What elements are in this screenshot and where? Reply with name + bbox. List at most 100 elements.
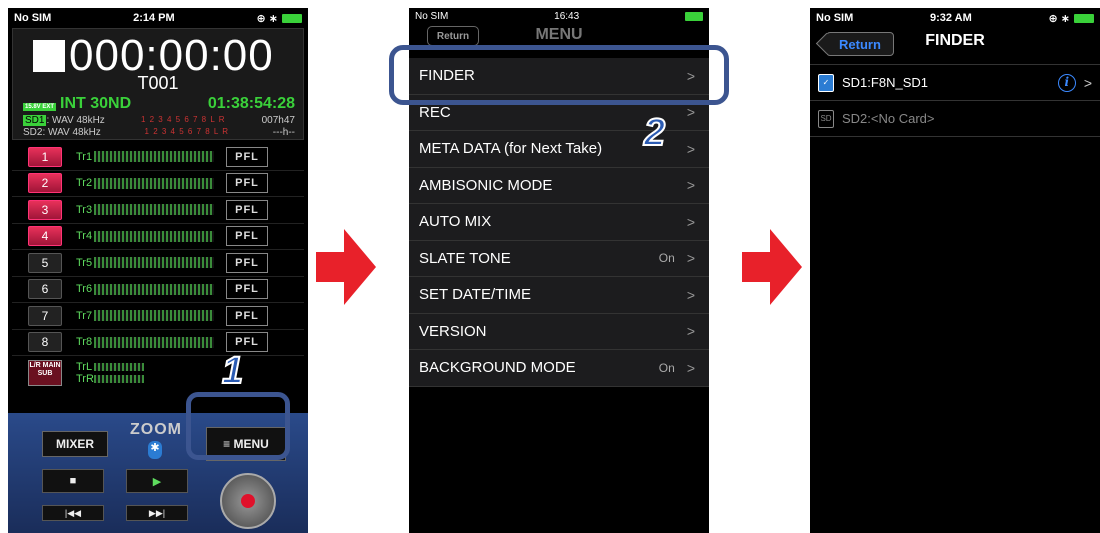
track-4-button[interactable]: 4 bbox=[28, 226, 62, 247]
track-row-lr: L/R MAIN SUB TrL TrR bbox=[12, 356, 304, 390]
track-2-button[interactable]: 2 bbox=[28, 173, 62, 194]
sd1-row: SD1: WAV 48kHz 1 2 3 4 5 6 7 8 L R 007h4… bbox=[23, 115, 295, 126]
menu-item-set-date-time[interactable]: SET DATE/TIME > bbox=[409, 277, 709, 314]
track-row: 7 Tr7 PFL bbox=[12, 303, 304, 330]
pfl-button[interactable]: PFL bbox=[226, 226, 268, 247]
stop-status-icon bbox=[33, 40, 65, 72]
track-1-button[interactable]: 1 bbox=[28, 146, 62, 167]
menu-list: FINDER > REC > META DATA (for Next Take) > … bbox=[409, 58, 709, 387]
carrier-label: No SIM bbox=[816, 12, 854, 24]
track-row: 6 Tr6 PFL bbox=[12, 277, 304, 303]
battery-icon bbox=[1074, 13, 1094, 23]
track-5-button[interactable]: 5 bbox=[28, 252, 62, 273]
clock-label: 16:43 bbox=[554, 10, 580, 22]
menu-item-slate-tone[interactable]: SLATE TONE On > bbox=[409, 240, 709, 277]
arrow-stem bbox=[742, 252, 770, 282]
track-7-button[interactable]: 7 bbox=[28, 305, 62, 326]
clock-label: 9:32 AM bbox=[930, 12, 972, 24]
take-name: T001 bbox=[137, 73, 179, 93]
level-meter bbox=[94, 257, 214, 269]
highlight-menu bbox=[186, 392, 290, 460]
carrier-label: No SIM bbox=[14, 12, 52, 24]
pfl-button[interactable]: PFL bbox=[226, 252, 268, 273]
right-arrow-icon bbox=[770, 229, 802, 305]
page-title: FINDER bbox=[925, 32, 985, 49]
track-row: 1 Tr1 PFL bbox=[12, 144, 304, 171]
card-row-sd1[interactable]: ✓ SD1:F8N_SD1 i > bbox=[810, 65, 1100, 101]
forward-button[interactable]: ▶▶| bbox=[126, 505, 188, 521]
menu-item-version[interactable]: VERSION > bbox=[409, 313, 709, 350]
status-bar: No SIM 9:32 AM ⊕ ∗ bbox=[810, 8, 1100, 28]
chevron-right-icon: > bbox=[686, 250, 695, 267]
level-meter bbox=[94, 230, 214, 242]
track-row: 8 Tr8 PFL bbox=[12, 330, 304, 356]
record-button[interactable] bbox=[220, 473, 276, 529]
track-row: 4 Tr4 PFL bbox=[12, 224, 304, 250]
chevron-right-icon: > bbox=[686, 140, 695, 157]
bluetooth-icon: ✱ bbox=[148, 441, 162, 459]
recorder-display: 000:00:00 T001 15.8V EXT INT 30ND 01:38:5… bbox=[12, 28, 304, 140]
status-bar: No SIM 16:43 bbox=[409, 8, 709, 24]
nav-bar: Return FINDER bbox=[810, 28, 1100, 64]
remaining-time: 01:38:54:28 bbox=[207, 95, 295, 112]
menu-item-ambisonic-mode[interactable]: AMBISONIC MODE > bbox=[409, 167, 709, 204]
track-row: 2 Tr2 PFL bbox=[12, 171, 304, 197]
record-icon bbox=[241, 494, 255, 508]
status-icons: ⊕ ∗ bbox=[256, 12, 278, 25]
ext-battery-badge: 15.8V EXT bbox=[23, 103, 57, 111]
step-1-label: 1 bbox=[221, 349, 244, 393]
pfl-button[interactable]: PFL bbox=[226, 146, 268, 167]
pfl-button[interactable]: PFL bbox=[226, 305, 268, 326]
lr-main-sub-button[interactable]: L/R MAIN SUB bbox=[28, 360, 62, 386]
chevron-right-icon: > bbox=[686, 213, 695, 230]
track-3-button[interactable]: 3 bbox=[28, 199, 62, 220]
track-6-button[interactable]: 6 bbox=[28, 279, 62, 300]
step-2-label: 2 bbox=[643, 111, 666, 155]
chevron-right-icon: > bbox=[686, 359, 695, 376]
status-bar: No SIM 2:14 PM ⊕ ∗ bbox=[8, 8, 308, 28]
battery-icon bbox=[281, 13, 302, 23]
highlight-finder bbox=[389, 45, 729, 105]
carrier-label: No SIM bbox=[415, 10, 449, 22]
level-meter bbox=[94, 283, 214, 295]
finder-screen: No SIM 9:32 AM ⊕ ∗ Return FINDER ✓ SD1:F… bbox=[810, 8, 1100, 533]
menu-item-background-mode[interactable]: BACKGROUND MODE On > bbox=[409, 350, 709, 387]
level-meter bbox=[94, 375, 144, 383]
level-meter bbox=[94, 336, 214, 348]
info-icon[interactable]: i bbox=[1057, 73, 1076, 92]
sd-card-icon: SD bbox=[818, 109, 834, 128]
page-title: MENU bbox=[535, 26, 583, 43]
pfl-button[interactable]: PFL bbox=[226, 279, 268, 300]
sd2-row: SD2: WAV 48kHz 1 2 3 4 5 6 7 8 L R ---h-… bbox=[23, 127, 295, 138]
sd-card-checked-icon: ✓ bbox=[818, 73, 834, 92]
chevron-right-icon: > bbox=[686, 177, 695, 194]
menu-item-auto-mix[interactable]: AUTO MIX > bbox=[409, 204, 709, 241]
level-meter bbox=[94, 151, 214, 163]
zoom-logo: ZOOM bbox=[130, 421, 182, 438]
clock-label: 2:14 PM bbox=[133, 12, 175, 24]
track-8-button[interactable]: 8 bbox=[28, 332, 62, 353]
chevron-right-icon: > bbox=[686, 323, 695, 340]
level-meter bbox=[94, 204, 214, 216]
mixer-button[interactable]: MIXER bbox=[42, 431, 108, 457]
chevron-right-icon: > bbox=[686, 286, 695, 303]
card-list: ✓ SD1:F8N_SD1 i > SD SD2:<No Card> bbox=[810, 64, 1100, 137]
arrow-stem bbox=[316, 252, 344, 282]
pfl-button[interactable]: PFL bbox=[226, 173, 268, 194]
track-row: 5 Tr5 PFL bbox=[12, 250, 304, 277]
track-row: 3 Tr3 PFL bbox=[12, 197, 304, 224]
sd2-label: SD2 bbox=[23, 127, 43, 138]
card-row-sd2[interactable]: SD SD2:<No Card> bbox=[810, 101, 1100, 137]
play-button[interactable]: ▶ bbox=[126, 469, 188, 493]
battery-icon bbox=[685, 11, 703, 21]
track-list: 1 Tr1 PFL 2 Tr2 PFL 3 Tr3 PFL 4 Tr4 PFL 5 Tr5 PFL … bbox=[12, 144, 304, 390]
right-arrow-icon bbox=[344, 229, 376, 305]
int-label: INT 30ND bbox=[60, 95, 132, 112]
level-meter bbox=[94, 363, 144, 371]
status-icons: ⊕ ∗ bbox=[1048, 12, 1071, 25]
rewind-button[interactable]: |◀◀ bbox=[42, 505, 104, 521]
level-meter bbox=[94, 310, 214, 322]
pfl-button[interactable]: PFL bbox=[226, 199, 268, 220]
chevron-right-icon: > bbox=[686, 104, 695, 121]
stop-button[interactable]: ■ bbox=[42, 469, 104, 493]
